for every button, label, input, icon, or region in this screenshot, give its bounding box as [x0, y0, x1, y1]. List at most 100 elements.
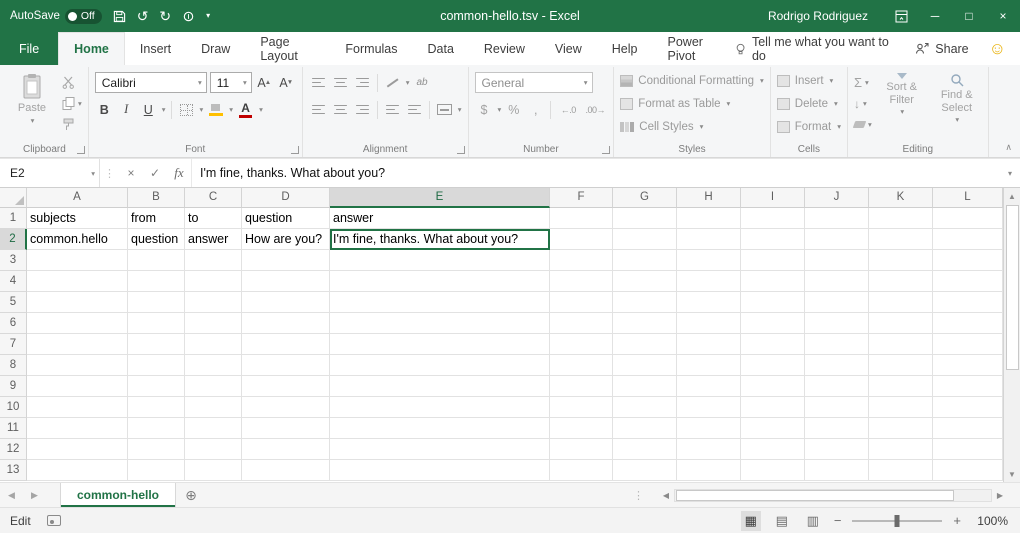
tab-draw[interactable]: Draw: [186, 32, 245, 65]
cell-K2[interactable]: [869, 229, 933, 250]
cell-C8[interactable]: [185, 355, 242, 376]
horizontal-scrollbar-thumb[interactable]: [676, 490, 954, 501]
cell-G6[interactable]: [613, 313, 677, 334]
cell-H8[interactable]: [677, 355, 741, 376]
cell-D2[interactable]: How are you?: [242, 229, 330, 250]
cell-H3[interactable]: [677, 250, 741, 271]
cell-A8[interactable]: [27, 355, 128, 376]
row-header-8[interactable]: 8: [0, 355, 27, 376]
find-select-dropdown-icon[interactable]: ▾: [955, 116, 959, 125]
qat-customize-button[interactable]: ▾: [206, 12, 210, 20]
tab-data[interactable]: Data: [413, 32, 469, 65]
cell-F6[interactable]: [550, 313, 613, 334]
cell-F9[interactable]: [550, 376, 613, 397]
tab-review[interactable]: Review: [469, 32, 540, 65]
save-button[interactable]: [113, 10, 126, 23]
paste-dropdown-icon[interactable]: ▾: [31, 117, 35, 126]
cell-A1[interactable]: subjects: [27, 208, 128, 229]
align-top-button[interactable]: [309, 73, 328, 93]
cell-E9[interactable]: [330, 376, 550, 397]
font-size-select[interactable]: 11 ▾: [210, 72, 252, 93]
cell-A6[interactable]: [27, 313, 128, 334]
cell-A13[interactable]: [27, 460, 128, 481]
cell-J5[interactable]: [805, 292, 869, 313]
cell-E2[interactable]: I'm fine, thanks. What about you?: [330, 229, 550, 250]
new-sheet-button[interactable]: ⊕: [176, 483, 206, 507]
view-page-break-icon[interactable]: ▥: [803, 511, 823, 531]
cell-K13[interactable]: [869, 460, 933, 481]
fill-color-dropdown-icon[interactable]: ▾: [229, 105, 233, 114]
cell-F3[interactable]: [550, 250, 613, 271]
cancel-entry-button[interactable]: ×: [119, 159, 143, 187]
borders-button[interactable]: [177, 100, 196, 120]
cell-H2[interactable]: [677, 229, 741, 250]
cell-E1[interactable]: answer: [330, 208, 550, 229]
cell-G13[interactable]: [613, 460, 677, 481]
column-header-D[interactable]: D: [242, 188, 330, 208]
row-header-4[interactable]: 4: [0, 271, 27, 292]
cell-G8[interactable]: [613, 355, 677, 376]
row-header-7[interactable]: 7: [0, 334, 27, 355]
cell-A12[interactable]: [27, 439, 128, 460]
align-center-button[interactable]: [331, 100, 350, 120]
column-header-B[interactable]: B: [128, 188, 185, 208]
row-header-12[interactable]: 12: [0, 439, 27, 460]
cell-D6[interactable]: [242, 313, 330, 334]
cell-B4[interactable]: [128, 271, 185, 292]
cell-C12[interactable]: [185, 439, 242, 460]
view-page-layout-icon[interactable]: ▤: [772, 511, 792, 531]
row-header-2[interactable]: 2: [0, 229, 27, 250]
zoom-slider-thumb[interactable]: [895, 515, 900, 527]
cell-H10[interactable]: [677, 397, 741, 418]
cell-J8[interactable]: [805, 355, 869, 376]
merge-center-dropdown-icon[interactable]: ▾: [458, 105, 462, 114]
cell-C2[interactable]: answer: [185, 229, 242, 250]
tab-insert[interactable]: Insert: [125, 32, 186, 65]
font-size-dropdown-icon[interactable]: ▾: [243, 78, 247, 87]
cell-I6[interactable]: [741, 313, 805, 334]
cell-A9[interactable]: [27, 376, 128, 397]
cell-styles-button[interactable]: Cell Styles ▾: [620, 117, 763, 136]
cell-C5[interactable]: [185, 292, 242, 313]
format-cells-dropdown-icon[interactable]: ▾: [837, 122, 841, 131]
autosave-toggle[interactable]: AutoSave Off: [10, 9, 102, 24]
row-header-13[interactable]: 13: [0, 460, 27, 481]
cell-F12[interactable]: [550, 439, 613, 460]
zoom-slider[interactable]: [852, 520, 942, 522]
cell-G10[interactable]: [613, 397, 677, 418]
select-all-corner[interactable]: [0, 188, 27, 208]
shrink-font-button[interactable]: A▼: [277, 73, 296, 93]
cell-K3[interactable]: [869, 250, 933, 271]
merge-center-button[interactable]: [435, 100, 454, 120]
cell-F11[interactable]: [550, 418, 613, 439]
cell-H9[interactable]: [677, 376, 741, 397]
cell-B2[interactable]: question: [128, 229, 185, 250]
cell-E7[interactable]: [330, 334, 550, 355]
column-header-E[interactable]: E: [330, 188, 550, 208]
cell-F1[interactable]: [550, 208, 613, 229]
sort-filter-button[interactable]: Sort & Filter ▾: [877, 71, 927, 133]
vertical-scrollbar-thumb[interactable]: [1006, 205, 1019, 370]
cell-C1[interactable]: to: [185, 208, 242, 229]
row-header-3[interactable]: 3: [0, 250, 27, 271]
cell-G1[interactable]: [613, 208, 677, 229]
cell-B5[interactable]: [128, 292, 185, 313]
clipboard-dialog-launcher[interactable]: [77, 146, 85, 154]
macro-record-icon[interactable]: [47, 515, 61, 526]
cell-K6[interactable]: [869, 313, 933, 334]
cell-D11[interactable]: [242, 418, 330, 439]
cell-K7[interactable]: [869, 334, 933, 355]
close-button[interactable]: ×: [986, 0, 1020, 32]
cell-L1[interactable]: [933, 208, 1003, 229]
cell-J13[interactable]: [805, 460, 869, 481]
cell-B10[interactable]: [128, 397, 185, 418]
cell-L13[interactable]: [933, 460, 1003, 481]
copy-dropdown-icon[interactable]: ▾: [78, 99, 82, 108]
sort-filter-dropdown-icon[interactable]: ▾: [900, 108, 904, 117]
delete-cells-dropdown-icon[interactable]: ▾: [834, 99, 838, 108]
column-header-F[interactable]: F: [550, 188, 613, 208]
tab-home[interactable]: Home: [58, 32, 125, 65]
format-as-table-button[interactable]: Format as Table ▾: [620, 94, 763, 113]
cell-A2[interactable]: common.hello: [27, 229, 128, 250]
column-header-A[interactable]: A: [27, 188, 128, 208]
